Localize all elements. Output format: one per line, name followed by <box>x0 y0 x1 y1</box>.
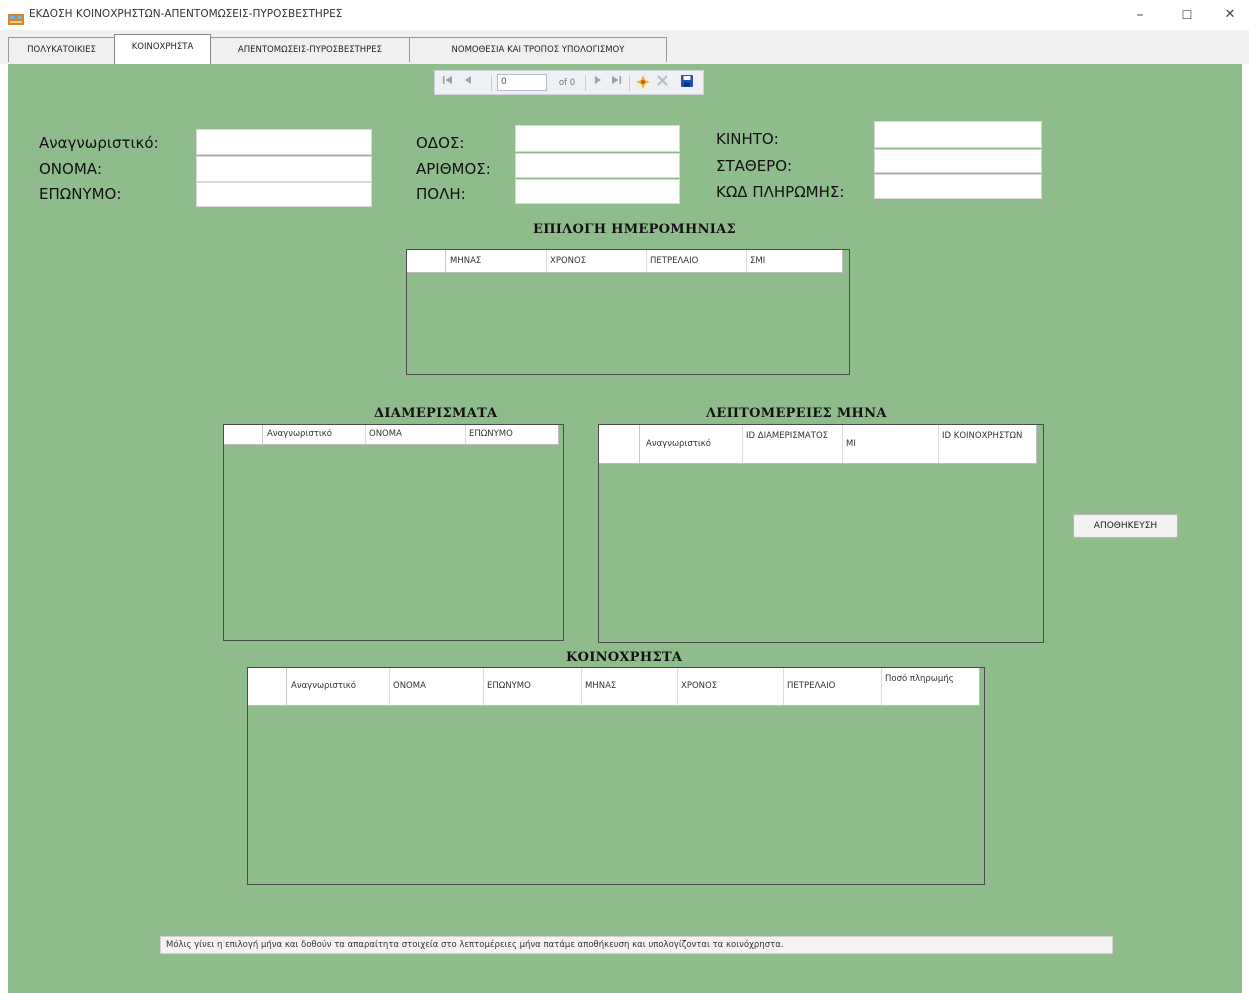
column-header-payment-amount[interactable]: Ποσό πληρωμής <box>882 668 978 705</box>
record-count-label: of 0 <box>558 78 576 88</box>
minimize-button[interactable]: – <box>1121 4 1159 26</box>
column-header-oil[interactable]: ΠΕΤΡΕΛΑΙΟ <box>784 668 882 705</box>
close-button[interactable]: ✕ <box>1211 4 1249 26</box>
move-next-icon[interactable] <box>591 75 605 91</box>
id-field[interactable] <box>196 129 372 155</box>
city-field[interactable] <box>515 179 680 204</box>
grid-header-row: Αναγνωριστικό ΟΝΟΜΑ ΕΠΩΝΥΜΟ <box>224 425 559 445</box>
date-grid-title: ΕΠΙΛΟΓΗ ΗΜΕΡΟΜΗΝΙΑΣ <box>533 222 737 237</box>
navigator-separator <box>629 75 630 91</box>
column-header-name[interactable]: ΟΝΟΜΑ <box>366 425 466 444</box>
apartments-grid-title: ΔΙΑΜΕΡΙΣΜΑΤΑ <box>374 406 498 421</box>
maximize-button[interactable]: ☐ <box>1168 4 1206 26</box>
column-header-name[interactable]: ΟΝΟΜΑ <box>390 668 484 705</box>
grid-header-row: Αναγνωριστικό ID ΔΙΑΜΕΡΙΣΜΑΤΟΣ ΜΙ ID ΚΟΙ… <box>599 425 1037 464</box>
mobile-field[interactable] <box>874 121 1042 148</box>
month-details-grid[interactable]: Αναγνωριστικό ID ΔΙΑΜΕΡΙΣΜΑΤΟΣ ΜΙ ID ΚΟΙ… <box>598 424 1044 643</box>
add-new-icon[interactable] <box>635 75 651 91</box>
column-header-surname[interactable]: ΕΠΩΝΥΜΟ <box>466 425 558 444</box>
move-previous-icon[interactable] <box>461 75 475 91</box>
row-header-cell <box>248 668 287 705</box>
number-label: ΑΡΙΘΜΟΣ: <box>416 160 491 178</box>
common-charges-grid-title: ΚΟΙΝΟΧΡΗΣΤΑ <box>566 650 683 665</box>
apartments-grid[interactable]: Αναγνωριστικό ΟΝΟΜΑ ΕΠΩΝΥΜΟ <box>223 424 564 641</box>
row-header-cell <box>599 425 640 463</box>
column-header-charges-id[interactable]: ID ΚΟΙΝΟΧΡΗΣΤΩΝ <box>939 425 1033 463</box>
mobile-label: ΚΙΝΗΤΟ: <box>716 130 779 148</box>
tab-nomothesia[interactable]: ΝΟΜΟΘΕΣΙΑ ΚΑΙ ΤΡΟΠΟΣ ΥΠΟΛΟΓΙΣΜΟΥ <box>409 37 667 62</box>
street-label: ΟΔΟΣ: <box>416 134 465 152</box>
surname-field[interactable] <box>196 182 372 207</box>
move-first-icon[interactable] <box>441 75 455 91</box>
month-details-grid-title: ΛΕΠΤΟΜΕΡΕΙΕΣ ΜΗΝΑ <box>706 406 887 421</box>
navigator-separator <box>585 75 586 91</box>
name-field[interactable] <box>196 156 372 182</box>
column-header-id[interactable]: Αναγνωριστικό <box>264 425 366 444</box>
instructions-text: Μόλις γίνει η επιλογή μήνα και δοθούν τα… <box>160 936 1113 954</box>
column-header-oil[interactable]: ΠΕΤΡΕΛΑΙΟ <box>647 250 747 272</box>
name-label: ΟΝΟΜΑ: <box>39 160 103 178</box>
city-label: ΠΟΛΗ: <box>416 185 466 203</box>
column-header-id[interactable]: Αναγνωριστικό <box>288 668 390 705</box>
number-field[interactable] <box>515 153 680 178</box>
delete-icon[interactable] <box>655 75 669 91</box>
move-last-icon[interactable] <box>609 75 623 91</box>
tab-koinoxrista[interactable]: ΚΟΙΝΟΧΡΗΣΤΑ <box>114 34 211 64</box>
grid-header-row: ΜΗΝΑΣ ΧΡΟΝΟΣ ΠΕΤΡΕΛΑΙΟ ΣΜΙ <box>407 250 843 273</box>
column-header-year[interactable]: ΧΡΟΝΟΣ <box>547 250 647 272</box>
window-title: ΕΚΔΟΣΗ ΚΟΙΝΟΧΡΗΣΤΩΝ-ΑΠΕΝΤΟΜΩΣΕΙΣ-ΠΥΡΟΣΒΕ… <box>29 8 343 20</box>
binding-navigator: 0 of 0 <box>434 70 704 95</box>
paycode-label: ΚΩΔ ΠΛΗΡΩΜΗΣ: <box>716 183 845 201</box>
column-header-apartment-id[interactable]: ID ΔΙΑΜΕΡΙΣΜΑΤΟΣ <box>743 425 843 463</box>
tab-apentomoseis[interactable]: ΑΠΕΝΤΟΜΩΣΕΙΣ-ΠΥΡΟΣΒΕΣΤΗΡΕΣ <box>210 37 410 62</box>
column-header-month[interactable]: ΜΗΝΑΣ <box>582 668 678 705</box>
surname-label: ΕΠΩΝΥΜΟ: <box>39 185 122 203</box>
column-header-smi[interactable]: ΣΜΙ <box>747 250 843 272</box>
column-header-mi[interactable]: ΜΙ <box>843 425 939 463</box>
tab-polykatoikies[interactable]: ΠΟΛΥΚΑΤΟΙΚΙΕΣ <box>8 37 115 62</box>
paycode-field[interactable] <box>874 174 1042 199</box>
id-label: Αναγνωριστικό: <box>39 134 159 152</box>
column-header-month[interactable]: ΜΗΝΑΣ <box>447 250 547 272</box>
street-field[interactable] <box>515 125 680 152</box>
common-charges-grid[interactable]: Αναγνωριστικό ΟΝΟΜΑ ΕΠΩΝΥΜΟ ΜΗΝΑΣ ΧΡΟΝΟΣ… <box>247 667 985 885</box>
save-button[interactable]: ΑΠΟΘΗΚΕΥΣΗ <box>1073 514 1178 538</box>
column-header-id[interactable]: Αναγνωριστικό <box>643 425 743 463</box>
landline-label: ΣΤΑΘΕΡΟ: <box>716 157 793 175</box>
app-icon <box>8 10 24 25</box>
grid-header-row: Αναγνωριστικό ΟΝΟΜΑ ΕΠΩΝΥΜΟ ΜΗΝΑΣ ΧΡΟΝΟΣ… <box>248 668 980 706</box>
navigator-separator <box>491 75 492 91</box>
column-header-year[interactable]: ΧΡΟΝΟΣ <box>678 668 784 705</box>
row-header-cell <box>224 425 263 444</box>
save-icon[interactable] <box>679 75 695 91</box>
date-selection-grid[interactable]: ΜΗΝΑΣ ΧΡΟΝΟΣ ΠΕΤΡΕΛΑΙΟ ΣΜΙ <box>406 249 850 375</box>
row-header-cell <box>407 250 446 272</box>
position-input[interactable]: 0 <box>497 74 547 91</box>
landline-field[interactable] <box>874 149 1042 173</box>
column-header-surname[interactable]: ΕΠΩΝΥΜΟ <box>484 668 582 705</box>
